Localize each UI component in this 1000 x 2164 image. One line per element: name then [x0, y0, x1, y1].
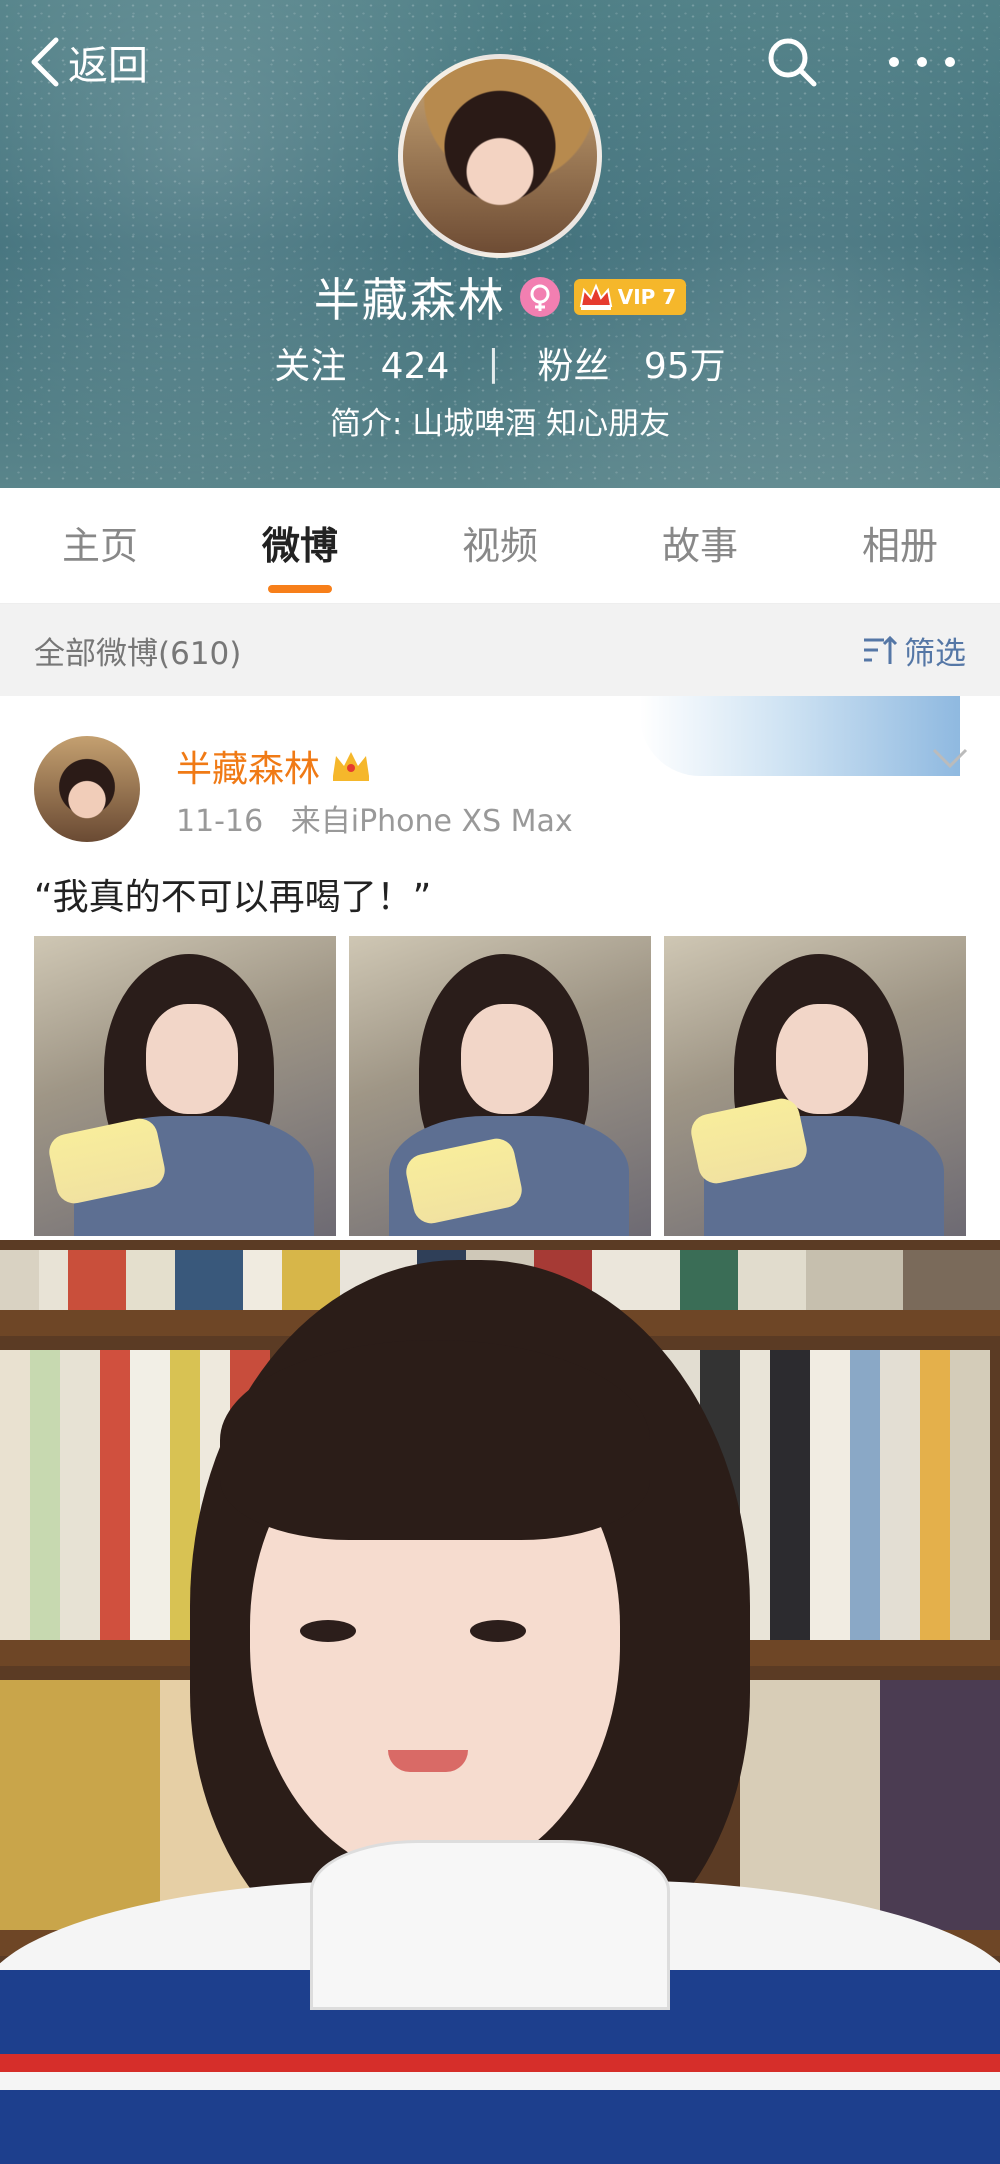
post-avatar[interactable]	[34, 736, 140, 842]
profile-name-row: 半藏森林 VIP 7	[0, 262, 1000, 332]
post-date: 11-16	[176, 804, 264, 839]
tab-video[interactable]: 视频	[400, 488, 600, 603]
fans-label: 粉丝	[537, 346, 610, 387]
follow-stat[interactable]: 关注 424	[274, 337, 449, 389]
crown-icon	[333, 752, 370, 781]
vip-badge[interactable]: VIP 7	[573, 279, 687, 315]
filter-bar: 全部微博(610) 筛选	[0, 604, 1000, 696]
post-text: “我真的不可以再喝了！”	[34, 877, 432, 918]
back-label: 返回	[68, 43, 148, 89]
tab-home[interactable]: 主页	[0, 488, 200, 603]
vip-label: VIP 7	[617, 285, 677, 309]
portrait-collar	[310, 1840, 670, 2010]
search-icon[interactable]	[764, 34, 820, 90]
filter-icon	[864, 635, 898, 664]
crown-icon	[579, 283, 612, 310]
filter-button[interactable]: 筛选	[862, 628, 966, 673]
feature-photo	[0, 1240, 1000, 2164]
post-photo-1[interactable]	[34, 936, 336, 1236]
post-photo-3[interactable]	[664, 936, 966, 1236]
profile-name: 半藏森林	[313, 273, 506, 327]
post-author-row: 半藏森林	[176, 738, 372, 794]
more-icon[interactable]	[884, 40, 960, 84]
post-meta: 11-16 来自iPhone XS Max	[176, 796, 573, 840]
portrait-mouth	[388, 1750, 468, 1772]
profile-stats: 关注 424 | 粉丝 95万	[0, 336, 1000, 390]
tab-weibo[interactable]: 微博	[200, 488, 400, 603]
filter-label: 筛选	[904, 635, 966, 672]
chevron-left-icon	[31, 37, 59, 87]
profile-intro: 简介: 山城啤酒 知心朋友	[329, 406, 671, 442]
portrait-eye-left	[300, 1620, 356, 1642]
female-icon	[519, 277, 560, 317]
fans-count: 95万	[643, 346, 726, 387]
profile-cover: 返回 半藏森林 VIP 7 关注 424 | 粉丝 95万 简介: 山城啤酒 知…	[0, 0, 1000, 488]
profile-avatar[interactable]	[398, 54, 602, 258]
post-author[interactable]: 半藏森林	[176, 740, 320, 792]
back-button[interactable]: 返回	[28, 34, 148, 90]
portrait-eye-right	[470, 1620, 526, 1642]
tab-album[interactable]: 相册	[800, 488, 1000, 603]
chevron-down-icon[interactable]	[928, 740, 972, 776]
post-source: 来自iPhone XS Max	[290, 804, 573, 839]
photo-face	[461, 1004, 553, 1114]
tab-story[interactable]: 故事	[600, 488, 800, 603]
stats-separator: |	[487, 342, 500, 384]
card-decoration	[640, 696, 960, 776]
follow-label: 关注	[274, 346, 347, 387]
fans-stat[interactable]: 粉丝 95万	[538, 337, 726, 389]
photo-face	[146, 1004, 238, 1114]
portrait-bangs	[220, 1340, 650, 1540]
photo-face	[776, 1004, 868, 1114]
weibo-count: 全部微博(610)	[34, 635, 242, 672]
follow-count: 424	[380, 346, 450, 387]
profile-tabs: 主页 微博 视频 故事 相册	[0, 488, 1000, 604]
post-photo-2[interactable]	[349, 936, 651, 1236]
post-card[interactable]: 半藏森林 11-16 来自iPhone XS Max “我真的不可以再喝了！”	[0, 696, 1000, 1240]
